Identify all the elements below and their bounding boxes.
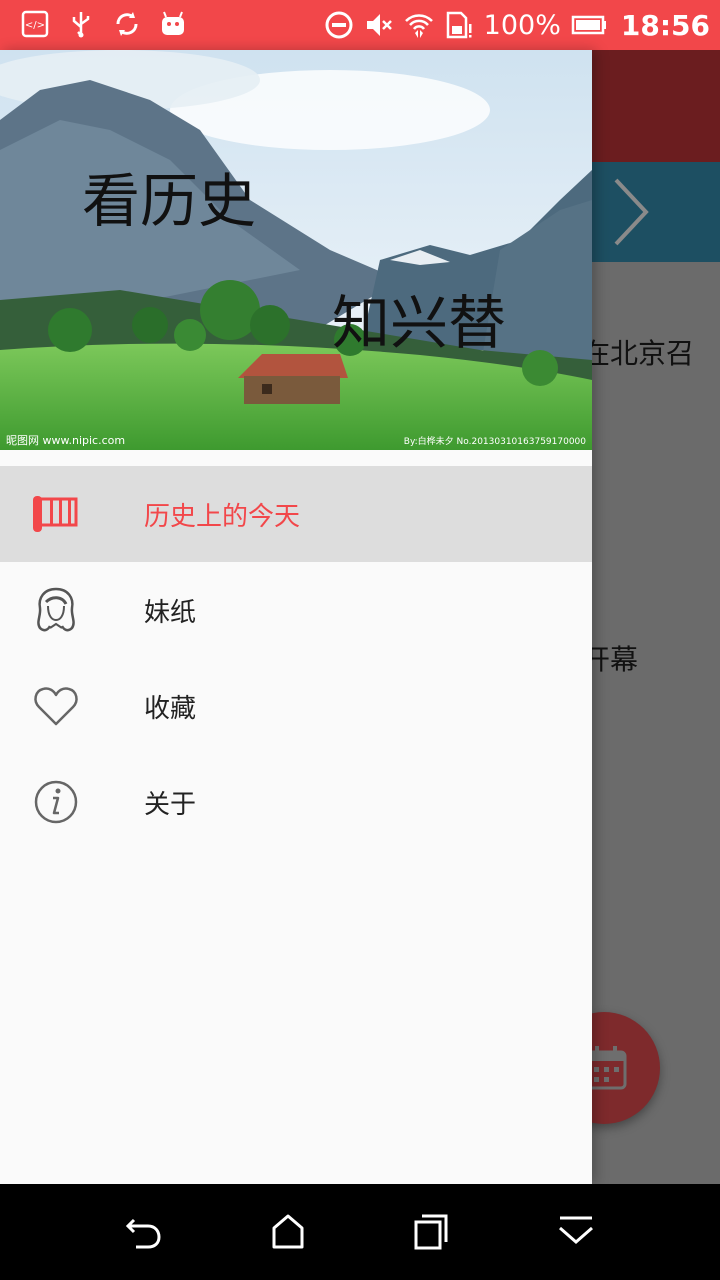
home-icon[interactable] [268, 1212, 308, 1252]
header-slogan-line2: 知兴替 [332, 289, 507, 357]
mountain-landscape-image [0, 50, 592, 450]
menu-item-today-in-history[interactable]: 历史上的今天 [0, 466, 592, 562]
background-text-line: 在北京召 [582, 337, 695, 370]
menu-item-label: 历史上的今天 [144, 502, 301, 532]
hide-nav-icon[interactable] [556, 1212, 596, 1252]
menu-item-label: 收藏 [144, 694, 197, 724]
navigation-drawer: 看历史 知兴替 昵图网 www.nipic.com By:白桦未夕 No.201… [0, 50, 592, 1184]
back-icon[interactable] [124, 1212, 164, 1252]
android-icon [162, 11, 184, 35]
history-scroll-icon [33, 496, 78, 532]
sim-icon [446, 11, 472, 39]
watermark-right: By:白桦未夕 No.20130310163759170000 [403, 437, 586, 447]
menu-item-favorites[interactable]: 收藏 [0, 658, 592, 754]
heart-icon [34, 687, 78, 726]
usb-icon [72, 12, 90, 38]
menu-item-about[interactable]: 关于 [0, 754, 592, 850]
system-nav-bar [0, 1184, 720, 1280]
battery-percent: 100% [483, 9, 561, 41]
battery-icon [571, 15, 606, 35]
clock: 18:56 [620, 8, 710, 42]
girl-icon [37, 587, 75, 632]
wifi-icon [404, 14, 433, 38]
status-bar: </> 100% 18:56 [0, 0, 720, 50]
drawer-menu: 历史上的今天 妹纸 收藏 关于 [0, 466, 592, 850]
recents-icon[interactable] [412, 1212, 452, 1252]
volume-mute-icon [366, 14, 392, 36]
header-slogan-line1: 看历史 [82, 167, 257, 235]
info-icon [34, 780, 78, 824]
code-icon: </> [21, 10, 49, 38]
dnd-icon [325, 11, 353, 39]
svg-text:</>: </> [25, 20, 45, 31]
menu-item-girls[interactable]: 妹纸 [0, 562, 592, 658]
drawer-header: 看历史 知兴替 昵图网 www.nipic.com By:白桦未夕 No.201… [0, 50, 592, 450]
chevron-right-icon [614, 178, 649, 246]
menu-item-label: 关于 [144, 790, 197, 820]
watermark-left: 昵图网 www.nipic.com [6, 434, 126, 447]
sync-icon [116, 12, 138, 36]
menu-item-label: 妹纸 [144, 598, 197, 628]
